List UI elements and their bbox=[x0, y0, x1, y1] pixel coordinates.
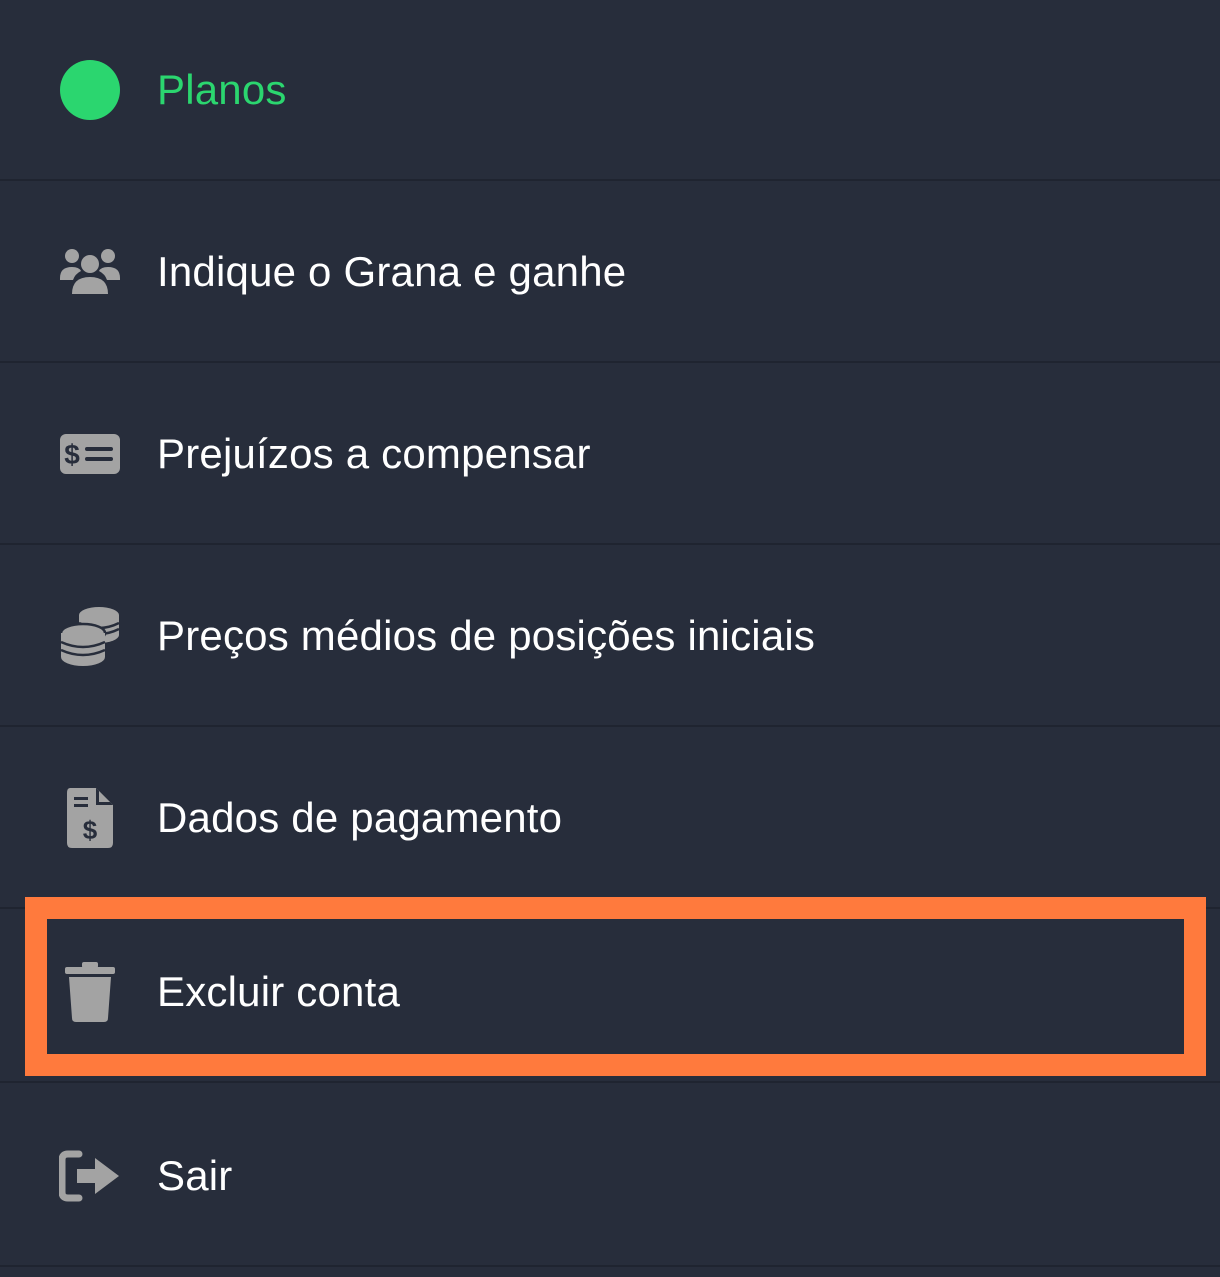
svg-text:$: $ bbox=[83, 815, 98, 845]
menu-item-label: Sair bbox=[157, 1151, 233, 1199]
users-group-icon bbox=[58, 240, 122, 304]
menu-item-label: Excluir conta bbox=[157, 967, 401, 1015]
menu-item-indique[interactable]: Indique o Grana e ganhe bbox=[0, 182, 1220, 363]
sign-out-icon bbox=[58, 1144, 122, 1208]
menu-item-label: Indique o Grana e ganhe bbox=[157, 247, 627, 295]
menu-item-label: Dados de pagamento bbox=[157, 793, 563, 841]
menu-item-label: Planos bbox=[157, 65, 287, 113]
coins-stack-icon bbox=[58, 604, 122, 668]
menu-item-dados-pagamento[interactable]: $ Dados de pagamento bbox=[0, 728, 1220, 909]
menu-item-sair[interactable]: Sair bbox=[0, 1086, 1220, 1267]
menu-item-label: Preços médios de posições iniciais bbox=[157, 611, 816, 659]
menu-item-prejuizos[interactable]: $ Prejuízos a compensar bbox=[0, 364, 1220, 545]
invoice-dollar-icon: $ bbox=[58, 786, 122, 850]
menu-item-excluir-conta[interactable]: Excluir conta bbox=[0, 902, 1220, 1083]
menu-item-label: Prejuízos a compensar bbox=[157, 429, 591, 477]
green-dot-icon bbox=[58, 58, 122, 122]
trash-icon bbox=[58, 960, 122, 1024]
side-menu: Planos Indique o Grana e ganhe $ Prejuíz… bbox=[0, 0, 1220, 1277]
menu-item-planos[interactable]: Planos bbox=[0, 0, 1220, 181]
money-check-icon: $ bbox=[58, 422, 122, 486]
menu-item-precos-medios[interactable]: Preços médios de posições iniciais bbox=[0, 546, 1220, 727]
svg-text:$: $ bbox=[64, 439, 80, 470]
